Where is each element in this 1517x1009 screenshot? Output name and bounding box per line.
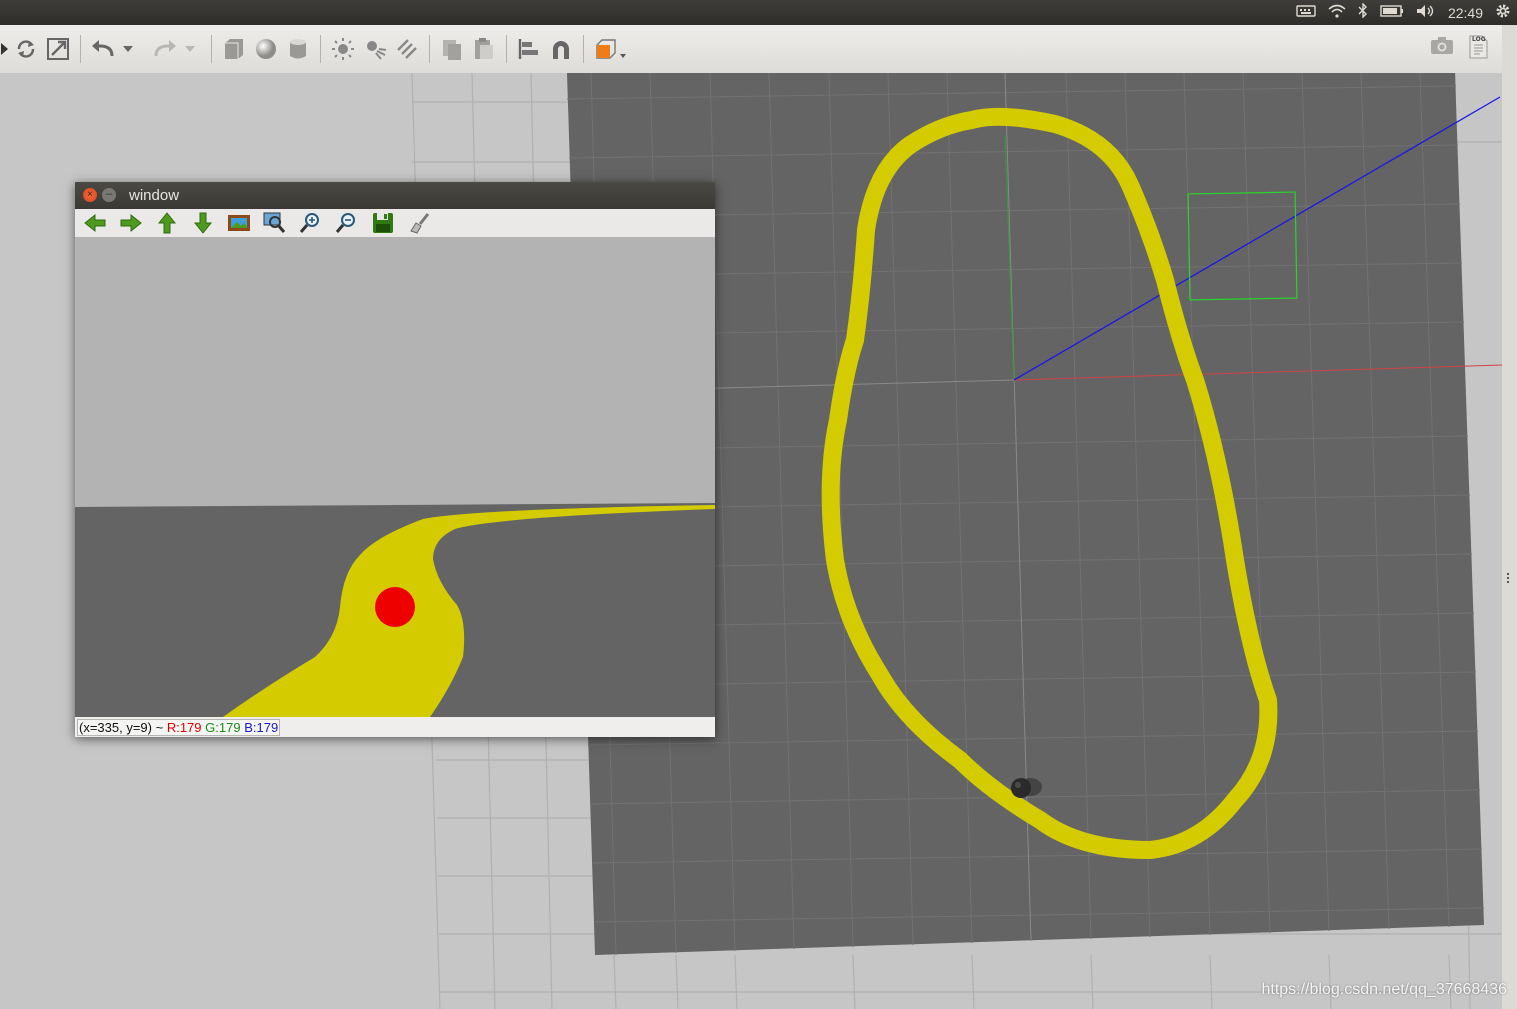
- target-dot: [375, 587, 415, 627]
- zoom-in-icon[interactable]: [297, 211, 325, 235]
- camera-image[interactable]: [75, 237, 715, 717]
- paste-icon[interactable]: [470, 35, 498, 63]
- battery-icon[interactable]: [1380, 4, 1404, 21]
- gazebo-toolbar: LOG: [0, 25, 1502, 74]
- dock-grip-icon[interactable]: [1507, 573, 1513, 583]
- pan-up-icon[interactable]: [153, 211, 181, 235]
- change-view-icon[interactable]: [592, 35, 628, 63]
- toolbar-separator: [429, 35, 430, 63]
- sphere-shape-icon[interactable]: [252, 35, 280, 63]
- redo-icon[interactable]: [151, 35, 179, 63]
- undo-history-icon[interactable]: [121, 35, 135, 63]
- system-tray: 22:49: [1296, 0, 1517, 25]
- pixel-coords: (x=335, y=9) ~: [79, 720, 164, 735]
- redo-history-icon[interactable]: [183, 35, 197, 63]
- rotate-mode-icon[interactable]: [12, 35, 40, 63]
- snap-icon[interactable]: [547, 35, 575, 63]
- toolbar-separator: [80, 35, 81, 63]
- image-view-window[interactable]: × – window (x=335, y=9) ~ R:179 G:179 B:…: [75, 182, 715, 737]
- zoom-original-icon[interactable]: [225, 211, 253, 235]
- system-top-panel: 22:49: [0, 0, 1517, 25]
- volume-icon[interactable]: [1416, 4, 1436, 22]
- log-icon[interactable]: LOG: [1468, 35, 1488, 59]
- pixel-green-value: G:179: [205, 720, 241, 735]
- toolbar-separator: [506, 35, 507, 63]
- wifi-icon[interactable]: [1328, 4, 1346, 22]
- zoom-out-icon[interactable]: [333, 211, 361, 235]
- keyboard-icon[interactable]: [1296, 4, 1316, 21]
- save-icon[interactable]: [369, 211, 397, 235]
- pixel-info: (x=335, y=9) ~ R:179 G:179 B:179: [77, 719, 281, 736]
- screenshot-icon[interactable]: [1430, 35, 1454, 59]
- log-label: LOG: [1472, 36, 1486, 43]
- point-light-icon[interactable]: [329, 35, 357, 63]
- pan-right-icon[interactable]: [117, 211, 145, 235]
- toolbar-separator: [211, 35, 212, 63]
- pixel-red-value: R:179: [166, 720, 202, 735]
- toolbar-separator: [320, 35, 321, 63]
- undo-icon[interactable]: [89, 35, 117, 63]
- pan-down-icon[interactable]: [189, 211, 217, 235]
- properties-icon[interactable]: [405, 211, 433, 235]
- copy-icon[interactable]: [438, 35, 466, 63]
- window-titlebar[interactable]: × – window: [75, 182, 715, 209]
- settings-gear-icon[interactable]: [1495, 3, 1511, 23]
- pixel-blue-value: B:179: [244, 720, 279, 735]
- close-icon[interactable]: ×: [83, 188, 97, 202]
- zoom-fit-icon[interactable]: [261, 211, 289, 235]
- bluetooth-icon[interactable]: [1358, 2, 1368, 22]
- box-shape-icon[interactable]: [220, 35, 248, 63]
- toolbar-separator: [583, 35, 584, 63]
- select-mode-icon[interactable]: [0, 35, 10, 63]
- watermark-text: https://blog.csdn.net/qq_37668436: [1261, 981, 1507, 998]
- minimize-icon[interactable]: –: [102, 188, 116, 202]
- scale-mode-icon[interactable]: [44, 35, 72, 63]
- spot-light-icon[interactable]: [361, 35, 389, 63]
- cylinder-shape-icon[interactable]: [284, 35, 312, 63]
- right-dock-handle[interactable]: [1502, 25, 1517, 1009]
- align-icon[interactable]: [515, 35, 543, 63]
- image-statusbar: (x=335, y=9) ~ R:179 G:179 B:179: [75, 717, 715, 737]
- pan-left-icon[interactable]: [81, 211, 109, 235]
- directional-light-icon[interactable]: [393, 35, 421, 63]
- clock[interactable]: 22:49: [1448, 5, 1483, 21]
- image-toolbar: [75, 209, 715, 238]
- window-title: window: [129, 187, 180, 204]
